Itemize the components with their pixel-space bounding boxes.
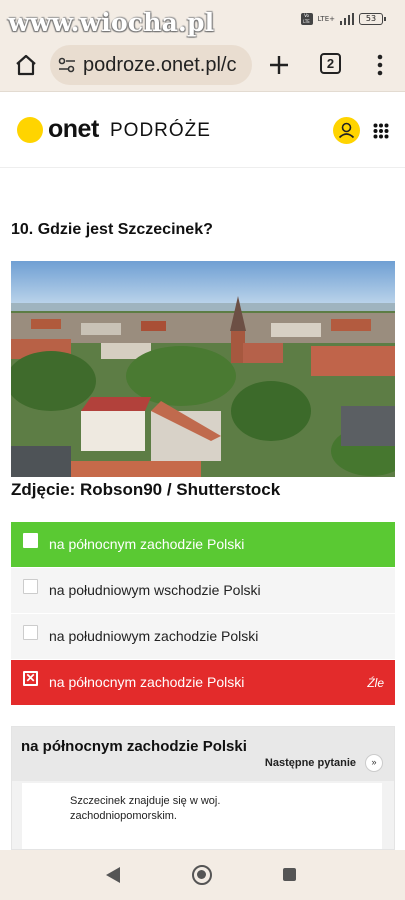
answer-option[interactable]: na południowym wschodzie Polski	[11, 568, 395, 613]
answer-checkbox[interactable]	[23, 579, 38, 594]
network-type: LTE+	[317, 14, 336, 23]
nav-recent-icon[interactable]	[283, 868, 296, 881]
battery-indicator: 53	[359, 13, 386, 25]
home-icon[interactable]	[13, 52, 39, 78]
answer-checkbox[interactable]	[23, 533, 38, 548]
answer-label: na południowym wschodzie Polski	[49, 582, 261, 598]
photo-caption: Zdjęcie: Robson90 / Shutterstock	[11, 480, 281, 499]
nav-home-icon[interactable]	[192, 865, 212, 885]
answer-label: na południowym zachodzie Polski	[49, 628, 259, 644]
town-aerial-image	[11, 261, 395, 477]
tabs-icon[interactable]: 2	[320, 53, 341, 74]
next-question-link[interactable]: Następne pytanie	[265, 757, 356, 769]
nav-back-icon[interactable]	[106, 867, 120, 883]
answer-label: na północnym zachodzie Polski	[49, 674, 245, 690]
user-glyph-icon	[338, 122, 355, 139]
onet-logo-dot[interactable]	[17, 117, 43, 143]
question-photo	[11, 261, 395, 477]
url-field[interactable]: podroze.onet.pl/c	[50, 45, 252, 85]
result-explanation: Szczecinek znajduje się w woj. zachodnio…	[70, 795, 221, 822]
site-settings-icon[interactable]	[58, 57, 76, 73]
wrong-checkbox-icon[interactable]: ✕	[23, 671, 38, 686]
user-icon[interactable]	[333, 117, 360, 144]
watermark: www.wiocha.pl	[8, 8, 215, 37]
answer-option-correct[interactable]: na północnym zachodzie Polski	[11, 522, 395, 567]
signal-icon	[340, 13, 354, 25]
answer-checkbox[interactable]	[23, 625, 38, 640]
answer-result-panel: na północnym zachodzie Polski Następne p…	[11, 726, 395, 850]
section-name[interactable]: PODRÓŻE	[110, 120, 211, 142]
browser-toolbar: podroze.onet.pl/c 2	[0, 40, 405, 92]
answer-option-wrong[interactable]: ✕ na północnym zachodzie Polski Źle	[11, 660, 395, 705]
logo-text[interactable]: onet	[48, 115, 99, 144]
apps-grid-icon[interactable]	[373, 123, 389, 139]
status-icons: Vo LTE LTE+ 53	[300, 13, 386, 25]
verdict-label: Źle	[367, 676, 384, 690]
question-title: 10. Gdzie jest Szczecinek?	[11, 221, 213, 238]
system-nav-bar	[0, 850, 405, 900]
result-header: na północnym zachodzie Polski Następne p…	[12, 727, 394, 781]
more-vert-icon[interactable]	[370, 52, 390, 78]
result-body: Szczecinek znajduje się w woj. zachodnio…	[22, 783, 382, 849]
answer-label: na północnym zachodzie Polski	[49, 536, 245, 552]
url-text: podroze.onet.pl/c	[83, 54, 237, 76]
chevron-down-icon[interactable]: »	[365, 754, 383, 772]
plus-icon[interactable]	[266, 52, 292, 78]
volte-icon: Vo LTE	[300, 13, 313, 25]
site-header: onet PODRÓŻE	[0, 92, 405, 168]
answer-option[interactable]: na południowym zachodzie Polski	[11, 614, 395, 659]
result-title: na północnym zachodzie Polski	[21, 738, 247, 755]
status-bar: www.wiocha.pl Vo LTE LTE+ 53	[0, 0, 405, 40]
